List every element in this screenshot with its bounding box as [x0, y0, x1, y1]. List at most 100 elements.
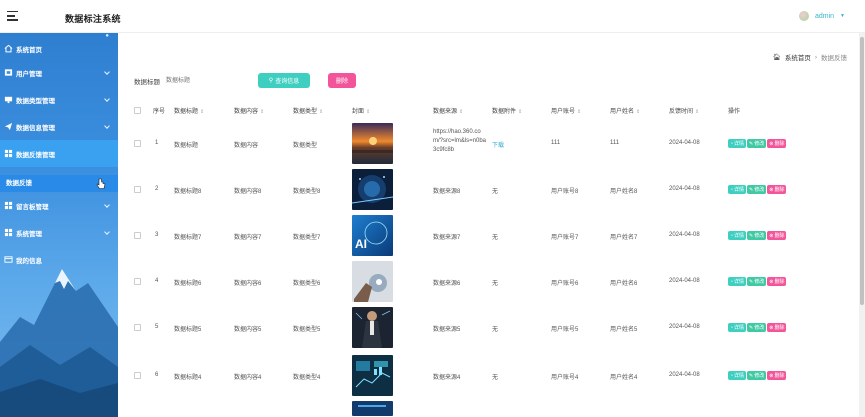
sidebar-item-label: 数据信息管理 [16, 124, 55, 132]
detail-button[interactable]: ◔ 详情 [728, 185, 747, 194]
batch-delete-button[interactable]: 删除 [328, 73, 356, 88]
delete-icon: ⊗ [769, 186, 774, 193]
detail-label: 详情 [734, 325, 745, 331]
row-checkbox[interactable] [134, 324, 141, 331]
row-actions: ◔ 详情 ✎ 修改 ⊗ 删除 [728, 277, 787, 286]
scrollbar-thumb[interactable] [860, 37, 864, 305]
row-actions: ◔ 详情 ✎ 修改 ⊗ 删除 [728, 139, 787, 148]
row-actions: ◔ 详情 ✎ 修改 ⊗ 删除 [728, 323, 787, 332]
cell-source: https://hao.360.com/?src=lm&ls=n0ba3c9fc… [433, 129, 487, 153]
edit-button[interactable]: ✎ 修改 [747, 277, 767, 286]
row-checkbox[interactable] [134, 372, 141, 379]
grid-icon [3, 201, 13, 210]
sidebar-item-data-info[interactable]: 数据信息管理 [0, 113, 118, 140]
caret-down-icon[interactable]: ▼ [840, 13, 845, 19]
sort-icon[interactable]: ⇕ [518, 109, 522, 115]
row-checkbox[interactable] [134, 278, 141, 285]
column-header-name[interactable]: 用户姓名 ⇕ [610, 106, 640, 115]
delete-button[interactable]: ⊗ 删除 [767, 185, 787, 194]
sort-icon[interactable]: ⇕ [459, 109, 463, 115]
sidebar-item-feedback[interactable]: 数据反馈管理 [0, 140, 118, 167]
username[interactable]: admin [815, 13, 834, 20]
sort-icon[interactable]: ⇕ [577, 109, 581, 115]
sidebar: ● 系统首页 用户管理 数据类型管理 数据信息管理 数据反馈管理 数据反馈 留言… [0, 33, 118, 417]
row-actions: ◔ 详情 ✎ 修改 ⊗ 删除 [728, 231, 787, 240]
cover-image-partial[interactable] [352, 401, 393, 416]
detail-button[interactable]: ◔ 详情 [728, 277, 747, 286]
sidebar-item-home[interactable]: 系统首页 [0, 35, 118, 62]
detail-button[interactable]: ◔ 详情 [728, 231, 747, 240]
table-row: 5 数据标题5 数据内容5 数据类型5 数据来源5 无 用户账号5 用户姓名5 … [131, 305, 851, 351]
cell-account: 用户账号5 [551, 327, 579, 333]
sidebar-item-data-types[interactable]: 数据类型管理 [0, 86, 118, 113]
download-link[interactable]: 下载 [492, 140, 504, 149]
cell-name: 用户姓名4 [610, 375, 638, 381]
delete-button[interactable]: ⊗ 删除 [767, 277, 787, 286]
cover-image-dashboard[interactable] [352, 355, 393, 396]
delete-button[interactable]: ⊗ 删除 [767, 139, 787, 148]
detail-button[interactable]: ◔ 详情 [728, 371, 747, 380]
cover-image-sunset[interactable] [352, 123, 393, 164]
detail-label: 详情 [734, 279, 745, 285]
delete-button[interactable]: ⊗ 删除 [767, 371, 787, 380]
sort-icon[interactable]: ⇕ [366, 109, 370, 115]
sidebar-item-users[interactable]: 用户管理 [0, 59, 118, 86]
column-header-content[interactable]: 数据内容 ⇕ [234, 106, 264, 115]
detail-button[interactable]: ◔ 详情 [728, 139, 747, 148]
sidebar-item-system[interactable]: 系统管理 [0, 219, 118, 246]
column-header-account[interactable]: 用户账号 ⇕ [551, 106, 581, 115]
user-icon [3, 68, 13, 77]
cell-time: 2024-04-08 [669, 324, 700, 330]
column-header-title[interactable]: 数据标题 ⇕ [174, 106, 204, 115]
sort-icon[interactable]: ⇕ [260, 109, 264, 115]
delete-button[interactable]: ⊗ 删除 [767, 231, 787, 240]
sidebar-item-message-board[interactable]: 留言板管理 [0, 192, 118, 219]
column-header-source[interactable]: 数据来源 ⇕ [433, 106, 463, 115]
menu-toggle-icon[interactable] [7, 11, 18, 21]
query-button-label: 查询信息 [275, 79, 300, 85]
edit-icon: ✎ [749, 186, 754, 193]
edit-button[interactable]: ✎ 修改 [747, 231, 767, 240]
column-header-cover[interactable]: 封面 ⇕ [352, 106, 370, 115]
delete-button[interactable]: ⊗ 删除 [767, 323, 787, 332]
edit-icon: ✎ [749, 324, 754, 331]
delete-icon: ⊗ [769, 140, 774, 147]
sidebar-item-label: 用户管理 [16, 70, 42, 78]
cell-type: 数据类型 [293, 143, 318, 149]
column-header-type[interactable]: 数据类型 ⇕ [293, 106, 323, 115]
detail-button[interactable]: ◔ 详情 [728, 323, 747, 332]
row-checkbox[interactable] [134, 232, 141, 239]
sidebar-item-label: 留言板管理 [16, 203, 49, 211]
column-header-attachment[interactable]: 数据附件 ⇕ [492, 106, 522, 115]
row-checkbox[interactable] [134, 186, 141, 193]
row-checkbox[interactable] [134, 140, 141, 147]
column-header-time[interactable]: 反馈时间 ⇕ [669, 106, 699, 115]
sort-icon[interactable]: ⇕ [636, 109, 640, 115]
user-menu[interactable]: admin ▼ [798, 11, 845, 21]
select-all-checkbox[interactable] [134, 107, 141, 114]
edit-button[interactable]: ✎ 修改 [747, 371, 767, 380]
cell-name: 用户姓名8 [610, 189, 638, 195]
sidebar-item-label: 数据类型管理 [16, 97, 55, 105]
delete-label: 删除 [774, 233, 785, 239]
sort-icon[interactable]: ⇕ [319, 109, 323, 115]
table-row: 4 数据标题6 数据内容6 数据类型6 数据来源6 无 用户账号6 用户姓名6 … [131, 259, 851, 305]
page-scrollbar[interactable] [859, 33, 865, 417]
sort-icon[interactable]: ⇕ [695, 109, 699, 115]
edit-button[interactable]: ✎ 修改 [747, 185, 767, 194]
query-button[interactable]: ⚲ 查询信息 [258, 73, 310, 88]
avatar[interactable] [798, 11, 809, 21]
delete-icon: ⊗ [769, 278, 774, 285]
cover-image-tech[interactable] [352, 169, 393, 210]
cover-image-business[interactable] [352, 307, 393, 348]
search-input[interactable] [166, 73, 216, 88]
breadcrumb-home[interactable]: 系统首页 [785, 52, 811, 62]
table-row-partial [131, 400, 851, 416]
cell-index: 4 [155, 278, 159, 284]
cover-image-hand[interactable] [352, 261, 393, 302]
cover-image-ai[interactable]: AI [352, 215, 393, 256]
edit-button[interactable]: ✎ 修改 [747, 323, 767, 332]
sort-icon[interactable]: ⇕ [200, 109, 204, 115]
column-header-label: 用户姓名 [610, 109, 635, 115]
edit-button[interactable]: ✎ 修改 [747, 139, 767, 148]
